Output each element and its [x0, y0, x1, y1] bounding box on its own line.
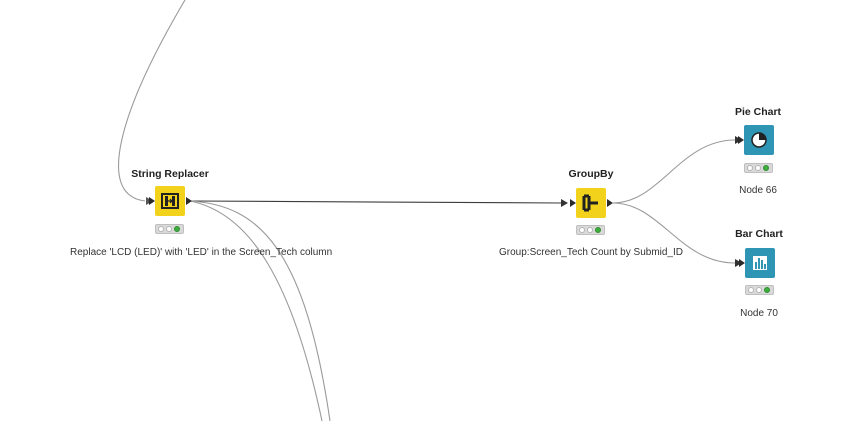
node-title: Bar Chart [735, 228, 783, 240]
groupby-icon[interactable] [576, 188, 606, 218]
node-status-indicator [744, 163, 773, 173]
status-light [166, 226, 172, 232]
status-light-executed [763, 165, 769, 171]
input-port[interactable] [739, 259, 745, 267]
status-light [756, 287, 762, 293]
status-light [579, 227, 585, 233]
output-port[interactable] [186, 197, 192, 205]
node-status-indicator [155, 224, 184, 234]
status-light [158, 226, 164, 232]
status-light-executed [595, 227, 601, 233]
node-title: Pie Chart [734, 106, 782, 118]
status-light [755, 165, 761, 171]
output-port[interactable] [607, 199, 613, 207]
status-light-executed [764, 287, 770, 293]
node-bar-chart[interactable]: Bar Chart Node 70 [659, 225, 851, 322]
input-port[interactable] [738, 136, 744, 144]
status-light [587, 227, 593, 233]
node-pie-chart[interactable]: Pie Chart Node 66 [658, 103, 851, 198]
node-title: String Replacer [131, 168, 209, 180]
node-status-indicator [576, 225, 605, 235]
status-light-executed [174, 226, 180, 232]
node-string-replacer[interactable]: String Replacer Replace 'LCD (LED)' with… [70, 165, 332, 265]
input-port[interactable] [149, 197, 155, 205]
node-description[interactable]: Replace 'LCD (LED)' with 'LED' in the Sc… [70, 247, 332, 258]
pie-chart-icon[interactable] [744, 125, 774, 155]
bar-chart-icon[interactable] [745, 248, 775, 278]
input-port[interactable] [570, 199, 576, 207]
node-status-indicator [745, 285, 774, 295]
node-description[interactable]: Node 70 [659, 308, 851, 319]
status-light [748, 287, 754, 293]
string-replacer-icon[interactable] [155, 186, 185, 216]
status-light [747, 165, 753, 171]
node-description[interactable]: Node 66 [658, 185, 851, 196]
workflow-canvas[interactable]: String Replacer Replace 'LCD (LED)' with… [0, 0, 851, 421]
